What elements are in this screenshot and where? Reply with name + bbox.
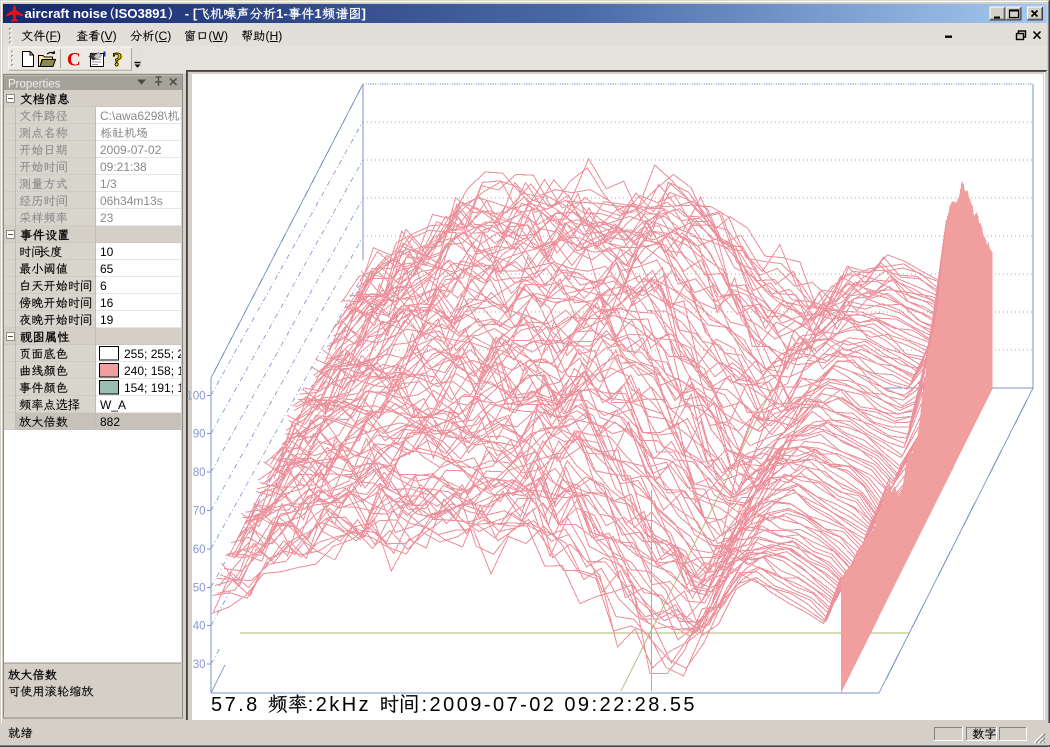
svg-text:255; 255; 25: 255; 255; 25 — [124, 347, 191, 361]
svg-text:100: 100 — [186, 390, 205, 402]
svg-text:90: 90 — [193, 429, 206, 441]
svg-text:1-: 1- — [276, 6, 288, 21]
svg-text:1: 1 — [314, 6, 321, 21]
svg-text:240; 158; 15: 240; 158; 15 — [124, 364, 191, 378]
svg-text:882: 882 — [100, 415, 120, 429]
svg-text:80: 80 — [193, 467, 206, 479]
svg-text:间: 间 — [80, 279, 92, 293]
svg-text:09:21:38: 09:21:38 — [100, 160, 147, 174]
svg-text:(W): (W) — [208, 29, 228, 43]
svg-text:(V): (V) — [100, 29, 116, 43]
svg-text:Properties: Properties — [8, 79, 61, 91]
svg-text:ISO3891: ISO3891 — [115, 6, 167, 21]
svg-text:间:2009-07-02 09:22:28.55: 间:2009-07-02 09:22:28.55 — [399, 693, 697, 716]
svg-text:60: 60 — [193, 544, 206, 556]
svg-text:65: 65 — [100, 262, 114, 276]
svg-text:57.8: 57.8 — [211, 694, 268, 716]
svg-text:6: 6 — [100, 279, 107, 293]
svg-text:06h34m13s: 06h34m13s — [100, 194, 163, 208]
svg-text:间: 间 — [80, 296, 92, 310]
svg-text:C: C — [67, 50, 81, 71]
svg-text:23: 23 — [100, 211, 114, 225]
svg-text:70: 70 — [193, 506, 206, 518]
svg-text:30: 30 — [193, 659, 206, 671]
svg-text:16: 16 — [100, 296, 114, 310]
svg-text:- [: - [ — [181, 6, 198, 21]
svg-text:]: ] — [362, 6, 366, 21]
svg-text:(F): (F) — [45, 29, 61, 43]
svg-text:2009-07-02: 2009-07-02 — [100, 143, 162, 157]
svg-text:50: 50 — [193, 582, 206, 594]
svg-text:W_A: W_A — [100, 398, 126, 412]
svg-text:(C): (C) — [154, 29, 171, 43]
svg-text:间: 间 — [80, 313, 92, 327]
svg-text::2kHz: :2kHz — [308, 694, 379, 716]
svg-text:aircraft noise: aircraft noise — [25, 6, 108, 21]
svg-text:154; 191; 18: 154; 191; 18 — [124, 381, 191, 395]
svg-text:C:\awa6298\: C:\awa6298\ — [100, 109, 168, 123]
svg-text:间: 间 — [56, 160, 68, 174]
svg-text:19: 19 — [100, 313, 114, 327]
svg-text:?: ? — [112, 49, 122, 71]
svg-text:间: 间 — [56, 194, 68, 208]
svg-text:(H): (H) — [265, 29, 282, 43]
svg-text:选择: 选择 — [56, 398, 80, 412]
svg-text:10: 10 — [100, 245, 114, 259]
svg-text:1/3: 1/3 — [100, 177, 117, 191]
svg-text:40: 40 — [193, 621, 206, 633]
